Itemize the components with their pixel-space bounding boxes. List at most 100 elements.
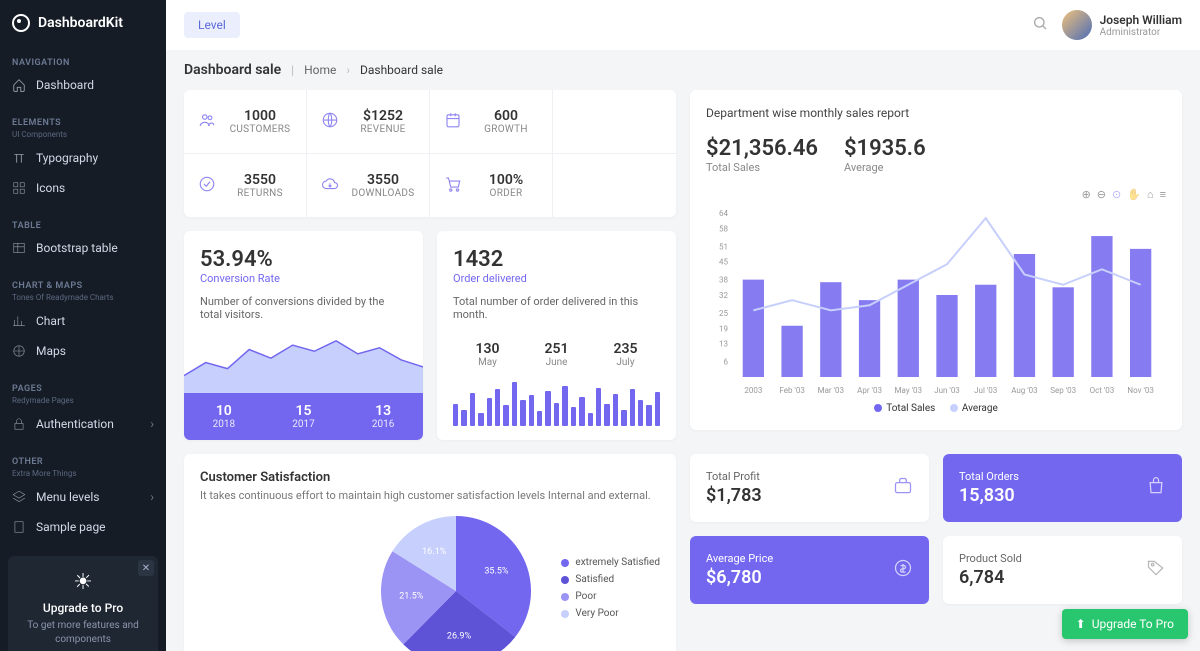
sidebar-item-sample-page[interactable]: Sample page xyxy=(0,512,166,542)
breadcrumb: Dashboard sale | Home › Dashboard sale xyxy=(166,50,1200,90)
user-name: Joseph William xyxy=(1100,13,1182,27)
svg-text:19: 19 xyxy=(719,324,728,333)
svg-text:Aug '03: Aug '03 xyxy=(1011,386,1037,395)
user-role: Administrator xyxy=(1100,27,1182,38)
breadcrumb-home[interactable]: Home xyxy=(304,63,336,77)
metric-orders: Total Orders15,830 xyxy=(943,454,1182,522)
svg-text:26.9%: 26.9% xyxy=(447,631,472,641)
sales-title: Department wise monthly sales report xyxy=(706,106,1166,120)
page-title: Dashboard sale xyxy=(184,62,281,78)
upload-icon: ⬆ xyxy=(1076,617,1086,631)
sidebar-item-menu-levels[interactable]: Menu levels › xyxy=(0,482,166,512)
svg-text:Nov '03: Nov '03 xyxy=(1127,386,1153,395)
cloud-icon xyxy=(321,175,339,197)
sidebar-item-chart[interactable]: Chart xyxy=(0,306,166,336)
breadcrumb-current: Dashboard sale xyxy=(360,63,443,77)
sidebar-item-maps[interactable]: Maps xyxy=(0,336,166,366)
logo-icon xyxy=(12,14,30,32)
svg-text:45: 45 xyxy=(719,258,728,267)
sidebar-item-typography[interactable]: Typography xyxy=(0,143,166,173)
svg-text:51: 51 xyxy=(719,242,728,251)
sidebar-item-authentication[interactable]: Authentication › xyxy=(0,409,166,439)
topbar: Level Joseph William Administrator xyxy=(166,0,1200,50)
stat-order: 100%ORDER xyxy=(430,154,553,217)
pie-legend: extremely Satisfied Satisfied Poor Very … xyxy=(561,557,660,625)
stat-downloads: 3550DOWNLOADS xyxy=(307,154,430,217)
stat-customers: 1000CUSTOMERS xyxy=(184,90,307,154)
stat-growth: 600GROWTH xyxy=(430,90,553,154)
page-icon xyxy=(12,520,26,534)
svg-text:Jun '03: Jun '03 xyxy=(934,386,960,395)
layers-icon xyxy=(12,490,26,504)
stat-revenue: $1252REVENUE xyxy=(307,90,430,154)
chevron-right-icon: › xyxy=(150,417,154,431)
toolbar-pan-icon[interactable]: ✋ xyxy=(1127,188,1141,201)
user-menu[interactable]: Joseph William Administrator xyxy=(1062,10,1182,40)
toolbar-plus-icon[interactable]: ⊕ xyxy=(1082,188,1091,201)
search-icon[interactable] xyxy=(1032,15,1048,35)
svg-text:6: 6 xyxy=(724,358,729,367)
nav-header-chart: CHART & MAPS xyxy=(0,275,166,293)
sales-chart: 61319253238455158642003Feb '03Mar '03Apr… xyxy=(706,207,1166,397)
maps-icon xyxy=(12,344,26,358)
nav-header-pages: PAGES xyxy=(0,378,166,396)
stat-returns: 3550RETURNS xyxy=(184,154,307,217)
metrics-grid: Total Profit$1,783 Total Orders15,830 Av… xyxy=(690,454,1182,604)
chart-toolbar: ⊕ ⊖ ⊙ ✋ ⌂ ≡ xyxy=(706,188,1166,201)
orders-card: 1432 Order delivered Total number of ord… xyxy=(437,231,676,440)
level-button[interactable]: Level xyxy=(184,12,240,38)
svg-text:25: 25 xyxy=(719,309,728,318)
upgrade-box: ✕ ☀ Upgrade to Pro To get more features … xyxy=(8,556,158,651)
svg-text:Jul '03: Jul '03 xyxy=(974,386,997,395)
upgrade-to-pro-button[interactable]: ⬆ Upgrade To Pro xyxy=(1062,609,1188,639)
orders-chart xyxy=(437,382,676,438)
lock-icon xyxy=(12,417,26,431)
sales-report-card: Department wise monthly sales report $21… xyxy=(690,90,1182,430)
brand-logo[interactable]: DashboardKit xyxy=(0,0,166,46)
briefcase-icon xyxy=(893,476,913,500)
cart-icon xyxy=(444,175,462,197)
svg-text:Mar '03: Mar '03 xyxy=(818,386,844,395)
chart-legend: Total Sales Average xyxy=(706,403,1166,414)
sidebar-item-icons[interactable]: Icons xyxy=(0,173,166,203)
grid-icon xyxy=(12,181,26,195)
toolbar-menu-icon[interactable]: ≡ xyxy=(1160,188,1166,201)
close-icon[interactable]: ✕ xyxy=(138,560,154,576)
sidebar-item-dashboard[interactable]: Dashboard xyxy=(0,70,166,100)
svg-text:Feb '03: Feb '03 xyxy=(779,386,804,395)
dollar-icon xyxy=(893,558,913,582)
svg-text:38: 38 xyxy=(719,276,728,285)
chevron-right-icon: › xyxy=(346,63,350,77)
svg-text:32: 32 xyxy=(719,291,728,300)
svg-text:May '03: May '03 xyxy=(895,386,922,395)
metric-sold: Product Sold6,784 xyxy=(943,536,1182,604)
svg-text:2003: 2003 xyxy=(744,386,762,395)
toolbar-home-icon[interactable]: ⌂ xyxy=(1147,188,1154,201)
svg-text:64: 64 xyxy=(719,209,728,218)
sidebar-item-bootstrap-table[interactable]: Bootstrap table xyxy=(0,233,166,263)
conversion-chart xyxy=(184,335,423,393)
year-bar: 102018 152017 132016 xyxy=(184,393,423,440)
nav-header-table: TABLE xyxy=(0,215,166,233)
avatar xyxy=(1062,10,1092,40)
satisfaction-card: Customer Satisfaction It takes continuou… xyxy=(184,454,676,651)
toolbar-minus-icon[interactable]: ⊖ xyxy=(1097,188,1106,201)
svg-text:Apr '03: Apr '03 xyxy=(857,386,882,395)
nav-header-navigation: NAVIGATION xyxy=(0,52,166,70)
nav-header-other: OTHER xyxy=(0,451,166,469)
bag-icon xyxy=(1146,476,1166,500)
typography-icon xyxy=(12,151,26,165)
svg-text:35.5%: 35.5% xyxy=(485,567,510,577)
svg-text:Oct '03: Oct '03 xyxy=(1090,386,1115,395)
chevron-right-icon: › xyxy=(150,490,154,504)
users-icon xyxy=(198,111,216,133)
satisfaction-pie: 35.5%26.9%21.5%16.1% xyxy=(381,516,531,651)
svg-text:13: 13 xyxy=(719,340,728,349)
returns-icon xyxy=(198,175,216,197)
nav-header-elements: ELEMENTS xyxy=(0,112,166,130)
tag-icon xyxy=(1146,558,1166,582)
toolbar-zoom-icon[interactable]: ⊙ xyxy=(1112,188,1121,201)
sunrise-icon: ☀ xyxy=(18,570,148,595)
svg-text:21.5%: 21.5% xyxy=(400,592,425,602)
svg-text:Sep '03: Sep '03 xyxy=(1050,386,1076,395)
